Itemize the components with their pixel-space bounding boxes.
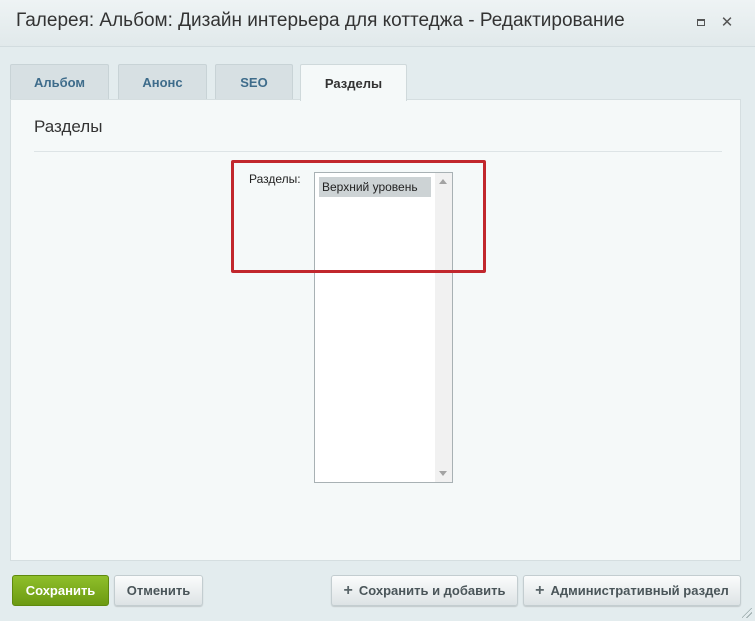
divider (34, 151, 722, 152)
cancel-button[interactable]: Отменить (114, 575, 203, 606)
plus-icon: + (343, 581, 353, 599)
save-button[interactable]: Сохранить (12, 575, 109, 606)
close-button[interactable]: ✕ (719, 14, 735, 30)
resize-grip-icon[interactable] (742, 608, 752, 618)
tab-sections[interactable]: Разделы (300, 64, 407, 101)
close-icon: ✕ (720, 13, 734, 31)
tab-announce[interactable]: Анонс (118, 64, 207, 99)
tab-album[interactable]: Альбом (10, 64, 109, 99)
scroll-down-arrow-icon[interactable] (439, 471, 447, 476)
save-and-add-label: Сохранить и добавить (358, 583, 506, 598)
maximize-icon (697, 18, 705, 26)
admin-section-button[interactable]: + Административный раздел (523, 575, 741, 606)
window-titlebar: Галерея: Альбом: Дизайн интерьера для ко… (0, 0, 755, 47)
section-title: Разделы (34, 117, 103, 136)
admin-section-label: Административный раздел (550, 583, 729, 598)
maximize-button[interactable] (693, 14, 709, 30)
window-title: Галерея: Альбом: Дизайн интерьера для ко… (16, 10, 625, 31)
tab-seo[interactable]: SEO (215, 64, 293, 99)
save-and-add-button[interactable]: + Сохранить и добавить (331, 575, 518, 606)
plus-icon: + (535, 581, 545, 599)
annotation-highlight-box (231, 160, 486, 273)
